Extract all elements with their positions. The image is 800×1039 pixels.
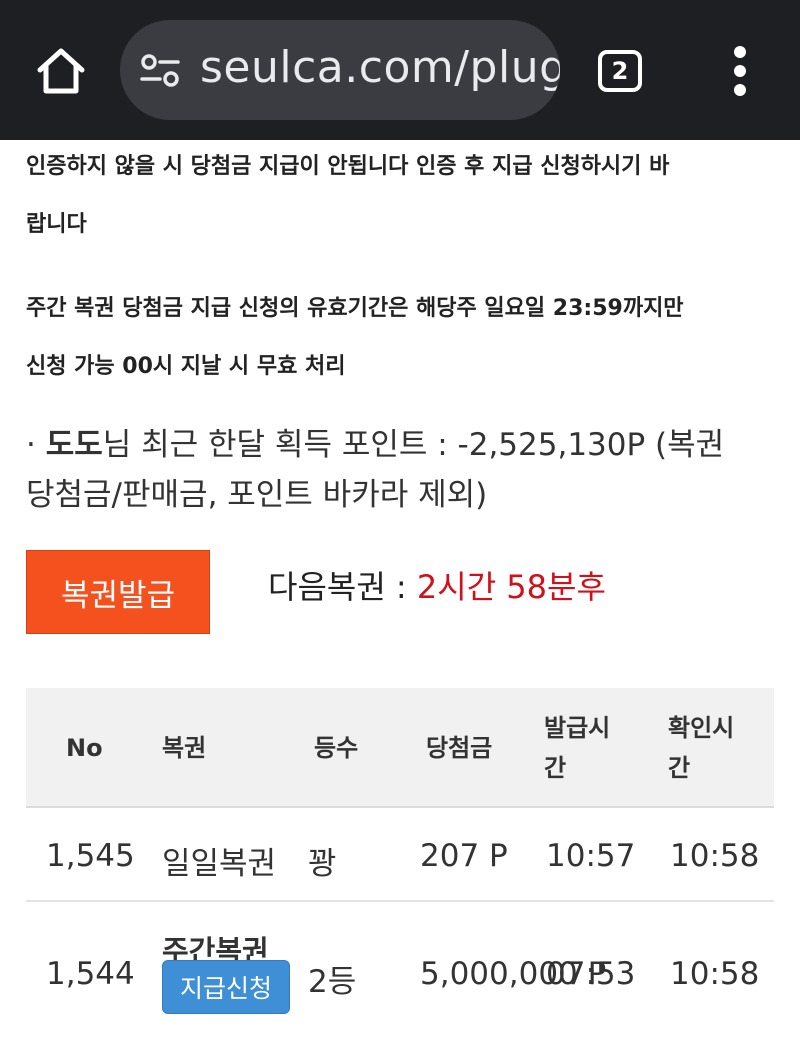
tab-switcher-button[interactable]: 2 [598,50,642,92]
points-text-line1: 님 최근 한달 획득 포인트 : -2,525,130P (복권 [102,427,725,463]
table-row [26,808,774,902]
tab-count: 2 [611,57,629,85]
next-lottery: 다음복권 : 2시간 58분후 [268,562,606,608]
cell-issued: 10:57 [546,838,636,874]
header-checked-l1: 확인시 [668,714,735,742]
points-text-line2: 당첨금/판매금, 포인트 바카라 제외) [26,477,488,513]
cell-no: 1,544 [46,956,135,992]
browser-toolbar: seulca.com/plugi 2 [0,0,800,140]
cell-no: 1,545 [46,838,135,874]
bullet: · [26,427,36,463]
more-menu-icon[interactable] [728,46,752,96]
header-prize: 당첨금 [426,734,493,762]
table-header: No 복권 등수 당첨금 발급시 간 확인시 간 [26,688,774,808]
notice-line: 인증하지 않을 시 당첨금 지급이 안됩니다 인증 후 지급 신청하시기 바 [26,154,670,179]
table-row [26,902,774,1039]
header-issued-time: 발급시 간 [544,708,610,788]
address-bar[interactable]: seulca.com/plugi [120,20,560,120]
issue-lottery-button[interactable]: 복권발급 [26,550,210,634]
header-issued-l1: 발급시 [544,714,611,742]
cell-rank: 꽝 [308,846,337,882]
cell-rank: 2등 [308,964,357,1000]
next-lottery-time: 2시간 58분후 [416,568,606,606]
cell-checked: 10:58 [670,838,760,874]
user-nickname: 도도 [45,427,103,463]
header-rank: 등수 [314,734,359,762]
notice-line: 신청 가능 00시 지날 시 무효 처리 [26,354,346,379]
cell-issued: 07:53 [546,956,636,992]
url-text[interactable]: seulca.com/plugi [200,42,560,93]
header-lottery: 복권 [162,734,207,762]
header-checked-l2: 간 [668,754,691,782]
header-no: No [66,734,103,762]
home-icon[interactable] [34,44,88,98]
points-summary: · 도도님 최근 한달 획득 포인트 : -2,525,130P (복권 당첨금… [26,420,766,520]
header-issued-l2: 간 [544,754,567,782]
next-lottery-label: 다음복권 : [268,568,417,606]
cell-lottery: 일일복권 [162,846,277,882]
cell-checked: 10:58 [670,956,760,992]
header-checked-time: 확인시 간 [668,708,734,788]
site-settings-icon[interactable] [140,52,180,88]
notice-line: 주간 복권 당첨금 지급 신청의 유효기간은 해당주 일요일 23:59까지만 [26,296,684,321]
claim-payout-button[interactable]: 지급신청 [162,960,290,1014]
notice-line: 랍니다 [26,212,87,237]
cell-prize: 207 P [420,838,508,874]
